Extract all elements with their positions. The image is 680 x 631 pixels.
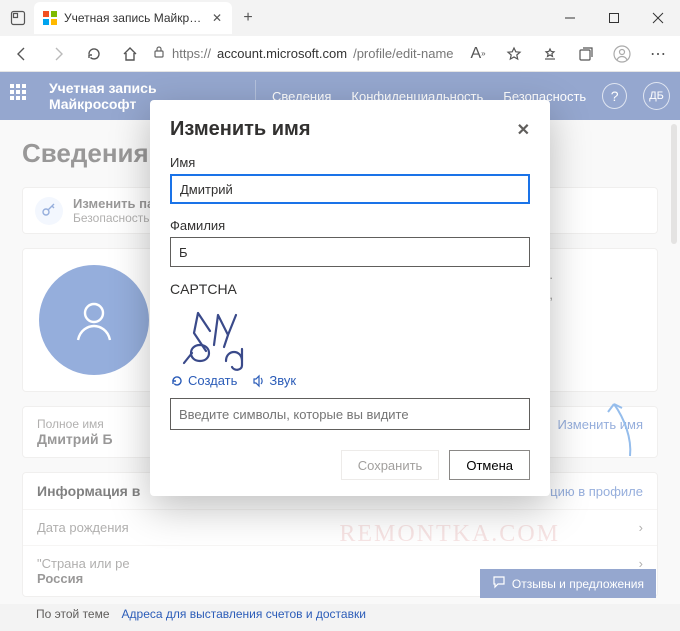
forward-button[interactable] xyxy=(44,40,72,68)
lock-icon xyxy=(152,45,166,62)
favorites-icon[interactable] xyxy=(536,40,564,68)
url-protocol: https:// xyxy=(172,46,211,61)
url-host: account.microsoft.com xyxy=(217,46,347,61)
tab-title: Учетная запись Майкрософт | E xyxy=(64,11,204,25)
footer-label: По этой теме xyxy=(36,607,110,621)
captcha-label: CAPTCHA xyxy=(170,281,530,297)
captcha-audio-link[interactable]: Звук xyxy=(251,373,296,388)
refresh-button[interactable] xyxy=(80,40,108,68)
home-button[interactable] xyxy=(116,40,144,68)
collections-icon[interactable] xyxy=(572,40,600,68)
back-button[interactable] xyxy=(8,40,36,68)
captcha-image xyxy=(170,303,530,373)
more-icon[interactable]: ⋯ xyxy=(644,40,672,68)
close-icon[interactable]: ✕ xyxy=(517,120,530,140)
first-name-input[interactable] xyxy=(170,174,530,204)
captcha-input[interactable] xyxy=(170,398,530,430)
url-field[interactable]: https:// account.microsoft.com/profile/ed… xyxy=(152,45,456,62)
last-name-label: Фамилия xyxy=(170,218,530,233)
save-button[interactable]: Сохранить xyxy=(341,450,440,480)
address-bar: https:// account.microsoft.com/profile/ed… xyxy=(0,36,680,72)
browser-tab[interactable]: Учетная запись Майкрософт | E ✕ xyxy=(34,2,232,34)
footer-link[interactable]: Адреса для выставления счетов и доставки xyxy=(122,607,366,621)
edit-name-dialog: Изменить имя ✕ Имя Фамилия CAPTCHA Созда… xyxy=(150,100,550,496)
close-window-button[interactable] xyxy=(636,0,680,36)
maximize-button[interactable] xyxy=(592,0,636,36)
tab-manager-icon[interactable] xyxy=(6,6,30,30)
cancel-button[interactable]: Отмена xyxy=(449,450,530,480)
url-path: /profile/edit-name xyxy=(353,46,453,61)
profile-icon[interactable] xyxy=(608,40,636,68)
audio-icon xyxy=(251,374,265,388)
refresh-icon xyxy=(170,374,184,388)
star-icon[interactable] xyxy=(500,40,528,68)
new-tab-button[interactable]: + xyxy=(236,9,260,27)
last-name-input[interactable] xyxy=(170,237,530,267)
close-tab-icon[interactable]: ✕ xyxy=(210,9,224,27)
minimize-button[interactable] xyxy=(548,0,592,36)
captcha-new-link[interactable]: Создать xyxy=(170,373,237,388)
window-titlebar: Учетная запись Майкрософт | E ✕ + xyxy=(0,0,680,36)
first-name-label: Имя xyxy=(170,155,530,170)
dialog-title: Изменить имя xyxy=(170,118,311,141)
read-aloud-icon[interactable]: A» xyxy=(464,40,492,68)
ms-favicon xyxy=(42,10,58,26)
